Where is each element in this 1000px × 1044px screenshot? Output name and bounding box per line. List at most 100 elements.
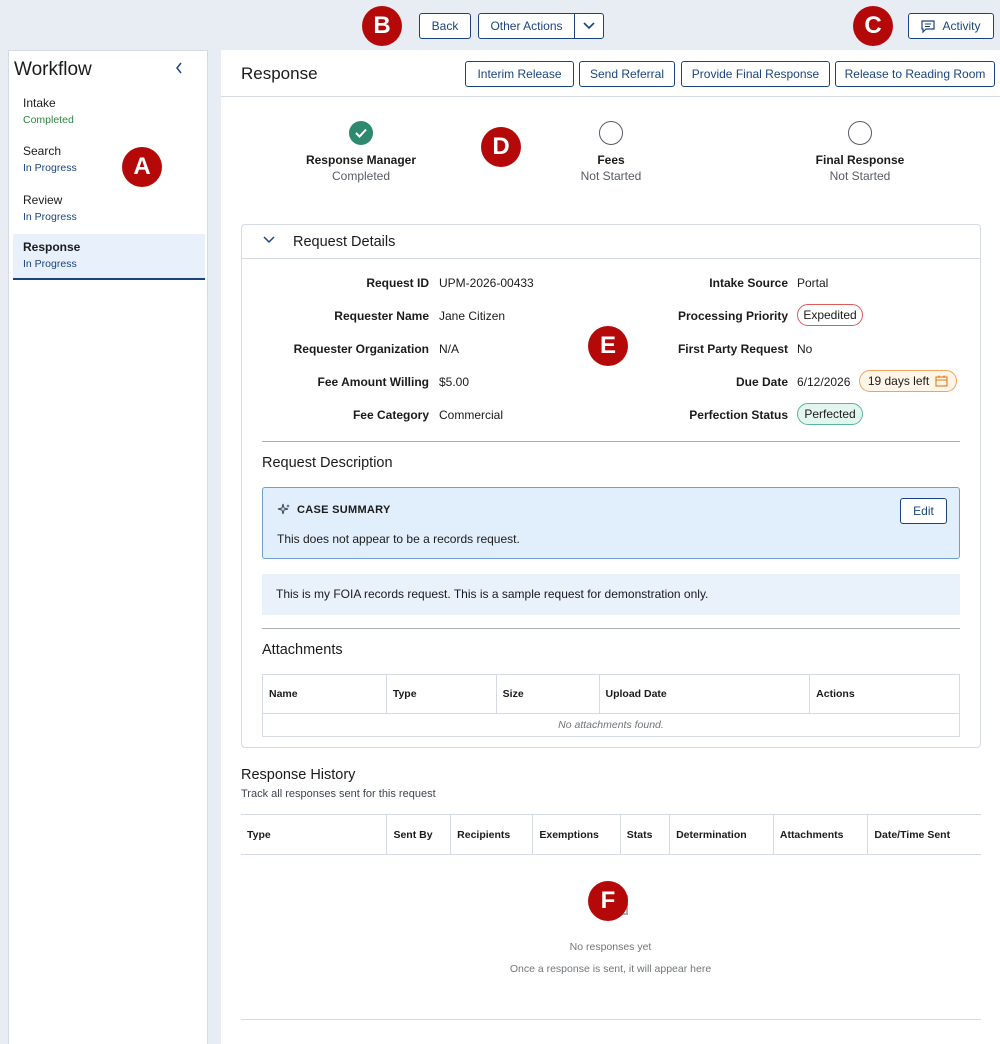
marker-b: B — [362, 6, 402, 46]
step-label: Response Manager — [305, 153, 417, 167]
marker-c: C — [853, 6, 893, 46]
marker-a: A — [122, 147, 162, 187]
release-to-reading-room-button[interactable]: Release to Reading Room — [835, 61, 995, 87]
main-header: Response Interim Release Send Referral P… — [221, 50, 1000, 97]
workflow-sidebar: Workflow Intake Completed Search In Prog… — [8, 50, 208, 1044]
send-referral-button[interactable]: Send Referral — [579, 61, 675, 87]
column-header-size[interactable]: Size — [495, 674, 600, 714]
fee-category-value: Commercial — [439, 408, 504, 422]
provide-final-response-button[interactable]: Provide Final Response — [681, 61, 830, 87]
other-actions-dropdown[interactable] — [574, 13, 604, 39]
no-responses-subtitle: Once a response is sent, it will appear … — [509, 963, 712, 975]
step-status: Completed — [331, 169, 391, 183]
processing-priority-badge: Expedited — [797, 304, 863, 326]
step-status: Not Started — [580, 169, 642, 183]
processing-priority-label: Processing Priority — [677, 309, 788, 323]
due-date-label: Due Date — [735, 375, 788, 389]
perfection-status-badge: Perfected — [797, 403, 863, 425]
sidebar-item-label: Review — [23, 193, 63, 207]
step-final-response: Final Response Not Started — [760, 121, 960, 183]
column-header-recipients[interactable]: Recipients — [450, 814, 534, 855]
request-details-card: Request Details Request ID UPM-2026-0043… — [241, 224, 981, 748]
marker-d: D — [481, 127, 521, 167]
attachments-title: Attachments — [262, 642, 343, 658]
case-summary-box: CASE SUMMARY This does not appear to be … — [262, 487, 960, 559]
marker-e: E — [588, 326, 628, 366]
chevron-down-icon[interactable] — [262, 232, 276, 246]
column-header-exemptions[interactable]: Exemptions — [532, 814, 621, 855]
request-description-title: Request Description — [262, 455, 393, 471]
calendar-icon — [935, 375, 948, 387]
attachments-empty-message: No attachments found. — [262, 713, 960, 737]
activity-button[interactable]: Activity — [908, 13, 994, 39]
requester-name-label: Requester Name — [334, 309, 429, 323]
response-history-subtitle: Track all responses sent for this reques… — [241, 788, 436, 800]
request-details-header[interactable]: Request Details — [242, 225, 980, 259]
sidebar-item-label: Response — [23, 240, 81, 254]
empty-circle-icon — [599, 121, 623, 145]
check-circle-icon — [349, 121, 373, 145]
step-status: Not Started — [829, 169, 891, 183]
days-left-label: 19 days left — [867, 374, 930, 388]
request-id-label: Request ID — [366, 276, 429, 290]
case-summary-title: CASE SUMMARY — [297, 504, 391, 516]
requester-organization-value: N/A — [439, 342, 460, 356]
attachments-table: Name Type Size Upload Date Actions No at… — [262, 674, 960, 737]
step-response-manager: Response Manager Completed — [261, 121, 461, 183]
fee-amount-value: $5.00 — [439, 375, 470, 389]
sparkle-icon — [277, 503, 291, 520]
column-header-determination[interactable]: Determination — [669, 814, 774, 855]
column-header-actions: Actions — [809, 674, 960, 714]
sidebar-item-search[interactable]: Search In Progress — [13, 138, 205, 184]
sidebar-item-response[interactable]: Response In Progress — [13, 234, 205, 280]
fee-amount-label: Fee Amount Willing — [317, 375, 429, 389]
step-label: Fees — [597, 153, 625, 167]
response-history-table: Type Sent By Recipients Exemptions Stats… — [241, 814, 981, 855]
requester-name-value: Jane Citizen — [439, 309, 506, 323]
first-party-label: First Party Request — [677, 342, 788, 356]
empty-circle-icon — [848, 121, 872, 145]
page-title: Response — [241, 64, 318, 83]
requester-organization-label: Requester Organization — [293, 342, 429, 356]
sidebar-item-intake[interactable]: Intake Completed — [13, 90, 205, 136]
interim-release-button[interactable]: Interim Release — [465, 61, 574, 87]
case-summary-text: This does not appear to be a records req… — [277, 532, 520, 546]
activity-label: Activity — [942, 19, 981, 33]
request-details-title: Request Details — [293, 234, 396, 250]
first-party-value: No — [797, 342, 813, 356]
column-header-attachments[interactable]: Attachments — [772, 814, 869, 855]
chevron-down-icon — [583, 22, 595, 30]
no-responses-title: No responses yet — [569, 941, 652, 953]
divider — [262, 441, 960, 442]
intake-source-label: Intake Source — [709, 276, 788, 290]
sidebar-item-label: Search — [23, 144, 62, 158]
column-header-upload-date[interactable]: Upload Date — [598, 674, 811, 714]
collapse-sidebar-icon[interactable] — [174, 59, 184, 80]
edit-summary-button[interactable]: Edit — [900, 498, 947, 524]
sidebar-item-status: Completed — [23, 114, 74, 126]
sidebar-item-review[interactable]: Review In Progress — [13, 187, 205, 233]
sidebar-item-label: Intake — [23, 96, 56, 110]
sidebar-item-status: In Progress — [23, 211, 77, 223]
column-header-type[interactable]: Type — [385, 674, 497, 714]
due-date-value: 6/12/2026 — [797, 375, 851, 389]
perfection-status-label: Perfection Status — [689, 408, 788, 422]
other-actions-button[interactable]: Other Actions — [478, 13, 575, 39]
workflow-title: Workflow — [14, 59, 92, 80]
comment-icon — [921, 19, 936, 33]
days-left-badge: 19 days left — [859, 370, 957, 392]
step-label: Final Response — [815, 153, 905, 167]
column-header-date-time-sent[interactable]: Date/Time Sent — [867, 814, 981, 855]
back-button[interactable]: Back — [419, 13, 471, 39]
column-header-sent-by[interactable]: Sent By — [386, 814, 452, 855]
fee-category-label: Fee Category — [352, 408, 429, 422]
sidebar-item-status: In Progress — [23, 162, 77, 174]
response-history-title: Response History — [241, 767, 356, 783]
divider — [262, 628, 960, 629]
column-header-type[interactable]: Type — [241, 814, 388, 855]
column-header-stats[interactable]: Stats — [619, 814, 671, 855]
column-header-name[interactable]: Name — [262, 674, 387, 714]
sidebar-item-status: In Progress — [23, 258, 77, 270]
divider — [241, 1019, 981, 1020]
intake-source-value: Portal — [797, 276, 829, 290]
